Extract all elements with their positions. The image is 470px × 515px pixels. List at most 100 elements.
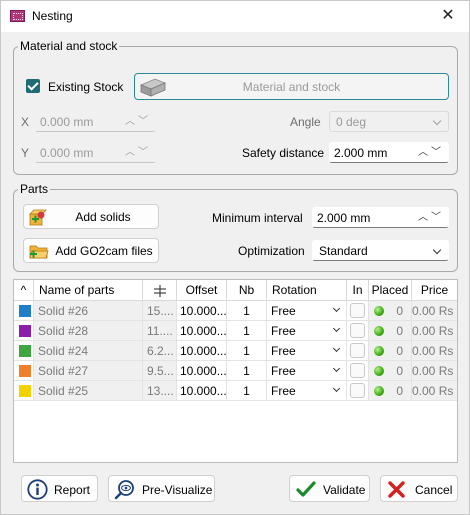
in-cell [347,381,369,401]
header-rotation[interactable]: Rotation [267,280,347,301]
safety-spin-arrows-icon[interactable]: ︿﹀ [418,143,444,163]
chevron-down-icon [332,324,341,333]
placed-cell: 0 [369,301,412,321]
report-button[interactable]: Report [21,475,98,502]
existing-stock-checkbox[interactable] [26,79,40,93]
pre-visualize-button[interactable]: Pre-Visualize [108,475,215,502]
in-cell [347,301,369,321]
nb-cell[interactable]: 1 [227,361,267,381]
add-go2cam-files-label: Add GO2cam files [55,244,153,258]
angle-combo[interactable]: 0 deg [329,111,449,132]
in-checkbox[interactable] [350,363,365,378]
header-name-of-parts[interactable]: Name of parts [34,280,143,301]
y-spin-arrows-icon[interactable]: ︿﹀ [125,143,151,163]
placed-count: 0 [396,304,403,318]
safety-distance-value: 2.000 mm [334,146,388,160]
offset-cell[interactable]: 10.000... [177,341,227,361]
offset-cell[interactable]: 10.000... [177,321,227,341]
color-cell [14,381,34,401]
offset-cell[interactable]: 10.000... [177,361,227,381]
header-offset[interactable]: Offset [177,280,227,301]
part-size-cell: 11.... [143,321,177,341]
rotation-combo[interactable]: Free [267,361,347,381]
status-led-icon [374,306,384,316]
existing-stock-label: Existing Stock [48,80,124,94]
add-solids-label: Add solids [75,210,131,224]
placed-count: 0 [396,364,403,378]
offset-cell[interactable]: 10.000... [177,381,227,401]
status-led-icon [374,346,384,356]
rotation-combo[interactable]: Free [267,341,347,361]
add-folder-icon [29,245,49,259]
close-button[interactable]: ✕ [435,4,461,28]
nb-cell[interactable]: 1 [227,341,267,361]
angle-label: Angle [290,115,321,129]
add-go2cam-files-button[interactable]: Add GO2cam files [23,238,159,263]
part-name-cell: Solid #28 [34,321,143,341]
status-led-icon [374,326,384,336]
part-size-cell: 9.5... [143,361,177,381]
info-icon [27,479,48,500]
in-checkbox[interactable] [350,343,365,358]
y-label: Y [21,146,30,160]
y-spinbox[interactable]: 0.000 mm ︿﹀ [35,142,156,163]
table-row[interactable]: Solid #28 11.... 10.000... 1 Free 0 0.00 Rs [14,321,457,341]
header-placed[interactable]: Placed [369,280,412,301]
price-cell: 0.00 Rs [412,361,457,381]
color-cell [14,341,34,361]
color-cell [14,301,34,321]
validate-button[interactable]: Validate [289,475,370,502]
material-stock-button[interactable]: Material and stock [134,73,449,100]
table-row[interactable]: Solid #24 6.2... 10.000... 1 Free 0 0.00 Rs [14,341,457,361]
in-checkbox[interactable] [350,323,365,338]
y-value: 0.000 mm [40,146,94,160]
part-size-cell: 6.2... [143,341,177,361]
chevron-down-icon [332,304,341,313]
part-name-cell: Solid #25 [34,381,143,401]
sort-header[interactable]: ^ [14,280,34,301]
rotation-combo[interactable]: Free [267,381,347,401]
nb-cell[interactable]: 1 [227,381,267,401]
placed-cell: 0 [369,381,412,401]
header-price[interactable]: Price [412,280,457,301]
cancel-x-icon [388,481,405,498]
price-cell: 0.00 Rs [412,381,457,401]
rotation-combo[interactable]: Free [267,301,347,321]
minimum-interval-spinbox[interactable]: 2.000 mm ︿﹀ [312,207,449,228]
interval-spin-arrows-icon[interactable]: ︿﹀ [418,208,444,228]
nb-cell[interactable]: 1 [227,301,267,321]
table-row[interactable]: Solid #27 9.5... 10.000... 1 Free 0 0.00 Rs [14,361,457,381]
x-spin-arrows-icon[interactable]: ︿﹀ [125,112,151,132]
angle-value: 0 deg [336,115,367,129]
header-nb[interactable]: Nb [227,280,267,301]
offset-cell[interactable]: 10.000... [177,301,227,321]
chevron-down-icon [332,364,341,373]
rotation-combo[interactable]: Free [267,321,347,341]
price-cell: 0.00 Rs [412,341,457,361]
add-solids-icon [29,209,47,226]
placed-count: 0 [396,324,403,338]
material-stock-legend: Material and stock [20,39,118,53]
safety-distance-spinbox[interactable]: 2.000 mm ︿﹀ [329,142,449,163]
in-checkbox[interactable] [350,383,365,398]
color-swatch [19,305,31,317]
optimization-combo[interactable]: Standard [312,240,449,261]
cancel-button[interactable]: Cancel [380,475,458,502]
table-row[interactable]: Solid #26 15.... 10.000... 1 Free 0 0.00 Rs [14,301,457,321]
rotation-value: Free [271,304,296,318]
placed-cell: 0 [369,361,412,381]
header-in[interactable]: In [347,280,369,301]
minimum-interval-label: Minimum interval [212,211,303,225]
cancel-label: Cancel [415,483,453,497]
part-size-cell: 13.... [143,381,177,401]
nb-cell[interactable]: 1 [227,321,267,341]
table-row[interactable]: Solid #25 13.... 10.000... 1 Free 0 0.00 Rs [14,381,457,401]
in-checkbox[interactable] [350,303,365,318]
x-spinbox[interactable]: 0.000 mm ︿﹀ [35,111,156,132]
part-size-cell: 15.... [143,301,177,321]
chevron-down-icon [432,245,442,255]
in-cell [347,361,369,381]
add-solids-button[interactable]: Add solids [23,204,159,229]
placed-count: 0 [396,344,403,358]
header-size[interactable] [143,280,177,301]
